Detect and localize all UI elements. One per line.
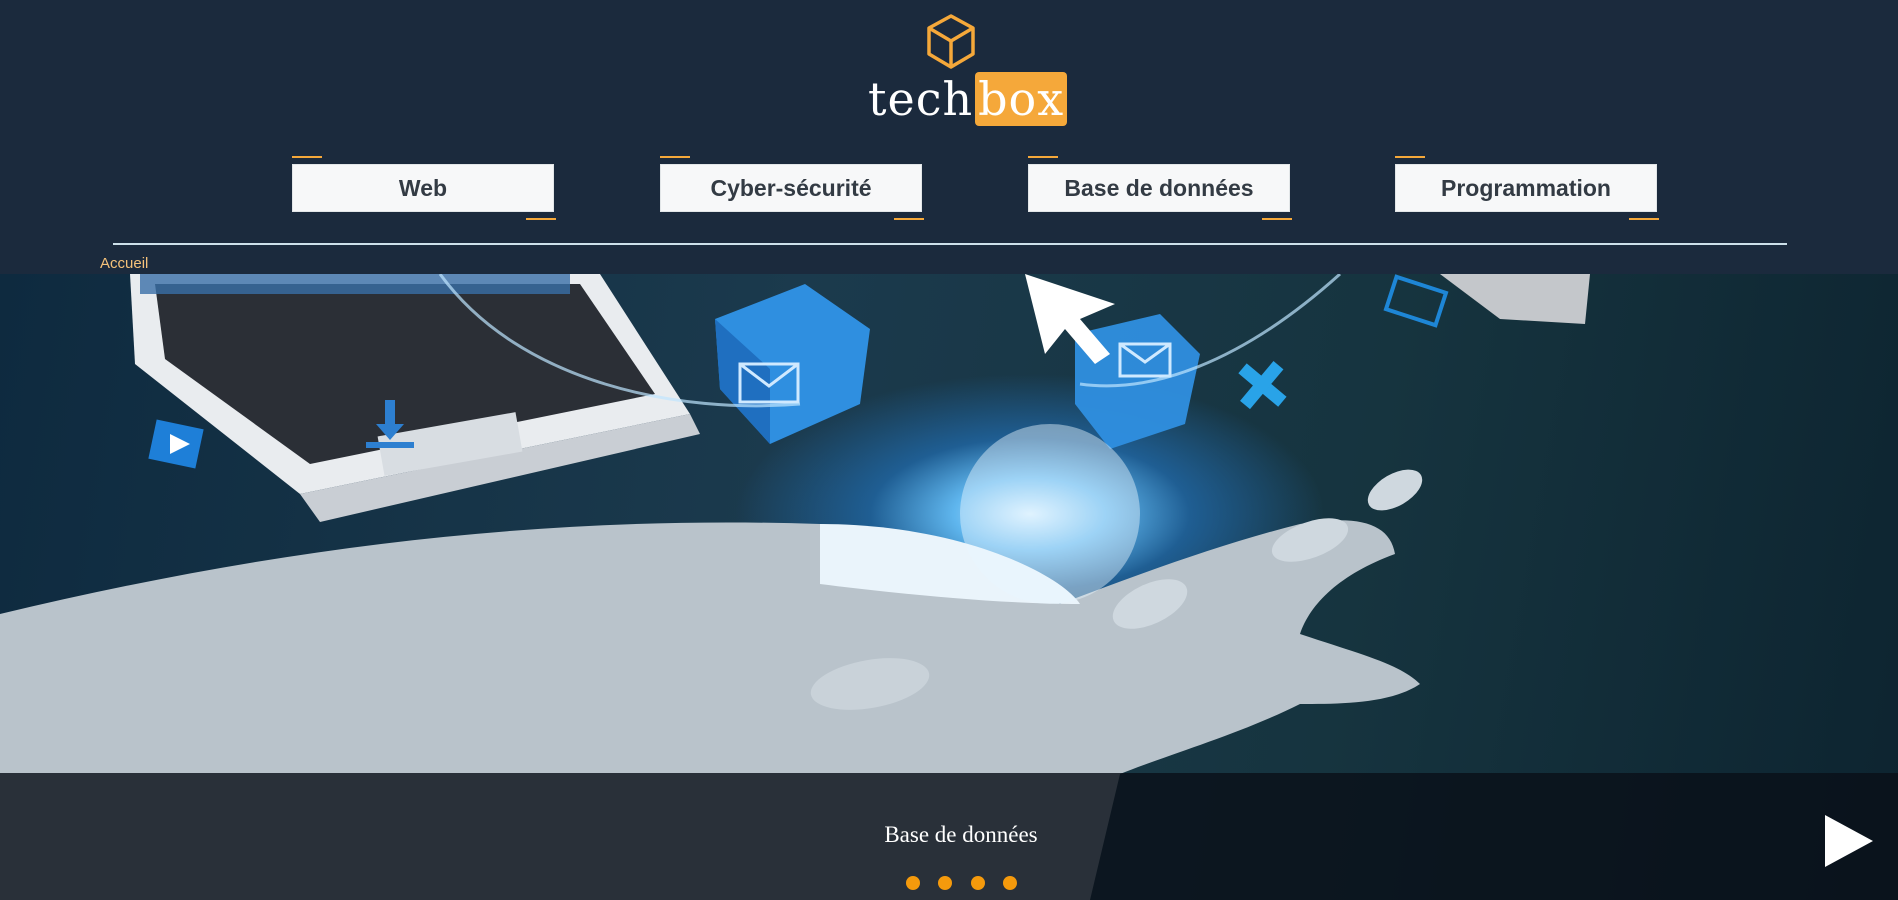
header-divider <box>113 243 1787 245</box>
email-cube-illustration <box>715 284 870 444</box>
cube-icon <box>927 14 975 69</box>
nav-item-web: Web <box>292 156 556 220</box>
nav-button-base-de-donnees[interactable]: Base de données <box>1028 164 1290 212</box>
nav-accent-line <box>1028 156 1058 158</box>
nav-accent-line <box>894 218 924 220</box>
logo-text-box: box <box>975 72 1068 126</box>
carousel-caption: Base de données <box>884 822 1038 847</box>
nav-accent-line <box>660 156 690 158</box>
site-logo[interactable]: tech box <box>868 72 1068 126</box>
breadcrumb-home[interactable]: Accueil <box>100 255 148 272</box>
nav-accent-line <box>1629 218 1659 220</box>
nav-button-web[interactable]: Web <box>292 164 554 212</box>
nav-accent-line <box>292 156 322 158</box>
nav-accent-line <box>1262 218 1292 220</box>
plus-icon-illustration <box>1238 360 1287 410</box>
carousel-dot-2[interactable] <box>938 876 952 890</box>
play-arrow-icon[interactable] <box>1825 815 1873 867</box>
carousel-dot-1[interactable] <box>906 876 920 890</box>
nav-button-cyber-securite[interactable]: Cyber-sécurité <box>660 164 922 212</box>
nav-item-cyber-securite: Cyber-sécurité <box>660 156 924 220</box>
carousel-dot-4[interactable] <box>1003 876 1017 890</box>
nav-accent-line <box>1395 156 1425 158</box>
nav-item-programmation: Programmation <box>1395 156 1659 220</box>
carousel-dot-3[interactable] <box>971 876 985 890</box>
nav-accent-line <box>526 218 556 220</box>
nav-button-programmation[interactable]: Programmation <box>1395 164 1657 212</box>
laptop-illustration <box>130 274 700 522</box>
cursor-illustration <box>1025 274 1115 364</box>
cloud-cube-illustration <box>1075 314 1200 449</box>
site-header: tech box Web Cyber-sécurité Base de donné… <box>0 0 1898 274</box>
nav-item-base-de-donnees: Base de données <box>1028 156 1292 220</box>
video-icon-illustration <box>148 419 204 469</box>
logo-text-tech: tech <box>868 72 974 126</box>
